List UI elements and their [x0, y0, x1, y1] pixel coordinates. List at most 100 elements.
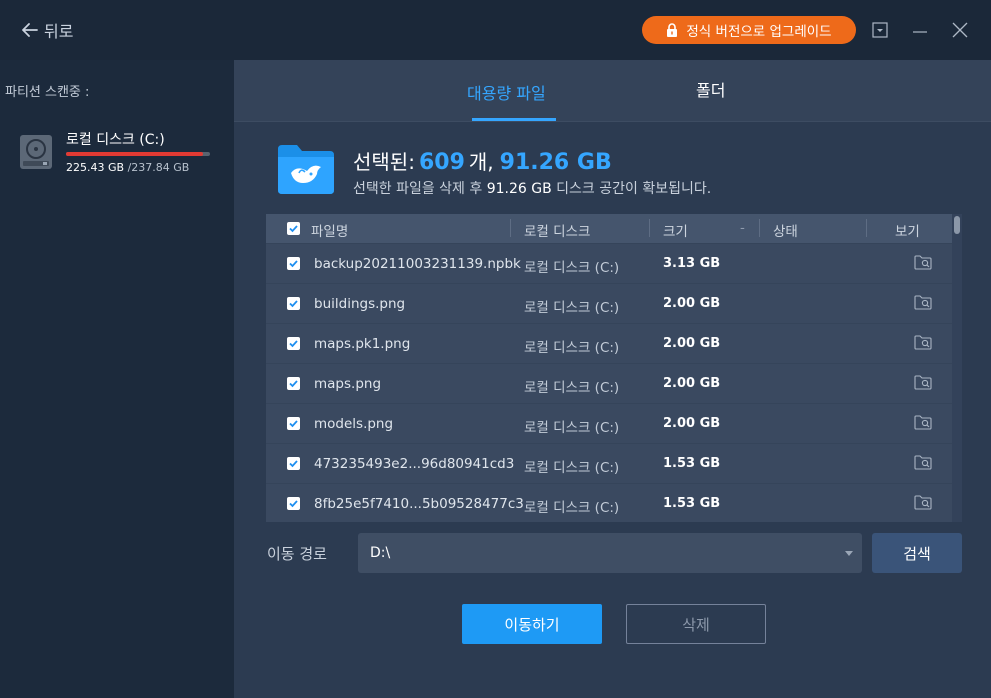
file-name: buildings.png: [314, 296, 406, 312]
table-header: 파일명 로컬 디스크 크기 - 상태 보기: [266, 214, 952, 243]
column-header-view[interactable]: 보기: [895, 220, 920, 240]
column-header-disk[interactable]: 로컬 디스크: [524, 220, 590, 240]
check-icon: [289, 420, 298, 428]
summary-size: 91.26 GB: [499, 150, 612, 175]
file-size: 2.00 GB: [663, 376, 721, 391]
view-file-button[interactable]: [914, 454, 932, 474]
tab-folder[interactable]: 폴더: [696, 77, 725, 101]
sort-indicator[interactable]: -: [740, 220, 745, 236]
back-button[interactable]: 뒤로: [22, 18, 73, 42]
table-row[interactable]: maps.pk1.png 로컬 디스크 (C:) 2.00 GB: [266, 323, 952, 363]
check-icon: [289, 300, 298, 308]
summary-desc-suffix: 디스크 공간이 확보됩니다.: [556, 181, 712, 197]
view-file-button[interactable]: [914, 494, 932, 514]
tab-large-files[interactable]: 대용량 파일: [467, 80, 546, 104]
file-size: 1.53 GB: [663, 496, 721, 511]
close-button[interactable]: [948, 18, 972, 42]
file-table: 파일명 로컬 디스크 크기 - 상태 보기 backup202110032311…: [266, 214, 962, 522]
back-label: 뒤로: [44, 22, 74, 41]
file-size: 2.00 GB: [663, 416, 721, 431]
file-disk: 로컬 디스크 (C:): [524, 380, 620, 396]
file-name: maps.png: [314, 376, 382, 392]
scrollbar-track[interactable]: [952, 214, 962, 522]
file-size: 2.00 GB: [663, 336, 721, 351]
table-row[interactable]: buildings.png 로컬 디스크 (C:) 2.00 GB: [266, 283, 952, 323]
folder-search-icon: [914, 375, 932, 390]
row-checkbox[interactable]: [287, 497, 300, 510]
disk-used: 225.43 GB: [66, 161, 125, 174]
view-file-button[interactable]: [914, 334, 932, 354]
table-row[interactable]: 8fb25e5f7410...5b09528477c3 로컬 디스크 (C:) 1.…: [266, 483, 952, 522]
view-file-button[interactable]: [914, 414, 932, 434]
destination-label: 이동 경로: [267, 545, 327, 563]
table-row[interactable]: backup20211003231139.npbk 로컬 디스크 (C:) 3.13…: [266, 243, 952, 283]
folder-search-icon: [914, 495, 932, 510]
check-icon: [289, 500, 298, 508]
row-checkbox[interactable]: [287, 457, 300, 470]
sidebar: 파티션 스캔중 : 로컬 디스크 (C:) 225.43 GB /237.84 …: [0, 60, 234, 698]
upgrade-label: 정식 버전으로 업그레이드: [686, 24, 832, 40]
folder-search-icon: [914, 415, 932, 430]
select-all-checkbox[interactable]: [287, 222, 300, 235]
check-icon: [289, 380, 298, 388]
destination-select[interactable]: D:\: [358, 533, 862, 573]
minimize-icon: [913, 31, 927, 33]
folder-search-icon: [914, 295, 932, 310]
column-header-status[interactable]: 상태: [773, 220, 798, 240]
table-row[interactable]: models.png 로컬 디스크 (C:) 2.00 GB: [266, 403, 952, 443]
table-row[interactable]: maps.png 로컬 디스크 (C:) 2.00 GB: [266, 363, 952, 403]
file-size: 3.13 GB: [663, 256, 721, 271]
disk-name[interactable]: 로컬 디스크 (C:): [66, 129, 165, 149]
tab-bar: 대용량 파일 폴더: [234, 60, 991, 122]
title-bar: 뒤로 정식 버전으로 업그레이드: [0, 0, 991, 60]
file-disk: 로컬 디스크 (C:): [524, 460, 620, 476]
file-name: backup20211003231139.npbk: [314, 256, 521, 272]
summary-desc-prefix: 선택한 파일을 삭제 후: [353, 181, 483, 197]
view-file-button[interactable]: [914, 254, 932, 274]
summary-count: 609: [418, 150, 465, 175]
scan-label: 파티션 스캔중 :: [5, 85, 90, 100]
column-header-size[interactable]: 크기: [663, 220, 688, 240]
view-file-button[interactable]: [914, 374, 932, 394]
summary-desc-size: 91.26 GB: [486, 181, 552, 197]
file-disk: 로컬 디스크 (C:): [524, 420, 620, 436]
disk-size: 225.43 GB /237.84 GB: [66, 161, 189, 174]
disk-usage-fill: [66, 152, 203, 156]
column-header-name[interactable]: 파일명: [311, 220, 348, 240]
disk-total: /237.84 GB: [127, 161, 190, 174]
file-disk: 로컬 디스크 (C:): [524, 300, 620, 316]
file-disk: 로컬 디스크 (C:): [524, 260, 620, 276]
upgrade-button[interactable]: 정식 버전으로 업그레이드: [642, 16, 856, 44]
folder-search-icon: [914, 335, 932, 350]
summary-description: 선택한 파일을 삭제 후 91.26 GB 디스크 공간이 확보됩니다.: [353, 178, 711, 198]
folder-search-icon: [914, 455, 932, 470]
file-name: 8fb25e5f7410...5b09528477c3: [314, 496, 524, 512]
file-size: 2.00 GB: [663, 296, 721, 311]
summary-title: 선택된: 609 개, 91.26 GB: [353, 146, 612, 175]
check-icon: [289, 260, 298, 268]
destination-value: D:\: [370, 545, 391, 561]
folder-search-icon: [914, 255, 932, 270]
table-row[interactable]: 473235493e2...96d80941cd3 로컬 디스크 (C:) 1.53…: [266, 443, 952, 483]
file-disk: 로컬 디스크 (C:): [524, 500, 620, 516]
disk-usage-bar: [66, 152, 210, 156]
hard-disk-icon: [19, 134, 53, 174]
row-checkbox[interactable]: [287, 417, 300, 430]
column-separator: [649, 219, 650, 237]
scrollbar-thumb[interactable]: [954, 216, 960, 234]
view-file-button[interactable]: [914, 294, 932, 314]
check-icon: [289, 460, 298, 468]
delete-button[interactable]: 삭제: [626, 604, 766, 644]
close-icon: [952, 22, 968, 38]
file-size: 1.53 GB: [663, 456, 721, 471]
dropdown-menu-button[interactable]: [868, 18, 892, 42]
move-button[interactable]: 이동하기: [462, 604, 602, 644]
row-checkbox[interactable]: [287, 257, 300, 270]
row-checkbox[interactable]: [287, 377, 300, 390]
row-checkbox[interactable]: [287, 297, 300, 310]
minimize-button[interactable]: [908, 18, 932, 42]
column-separator: [759, 219, 760, 237]
row-checkbox[interactable]: [287, 337, 300, 350]
search-button[interactable]: 검색: [872, 533, 962, 573]
column-separator: [510, 219, 511, 237]
